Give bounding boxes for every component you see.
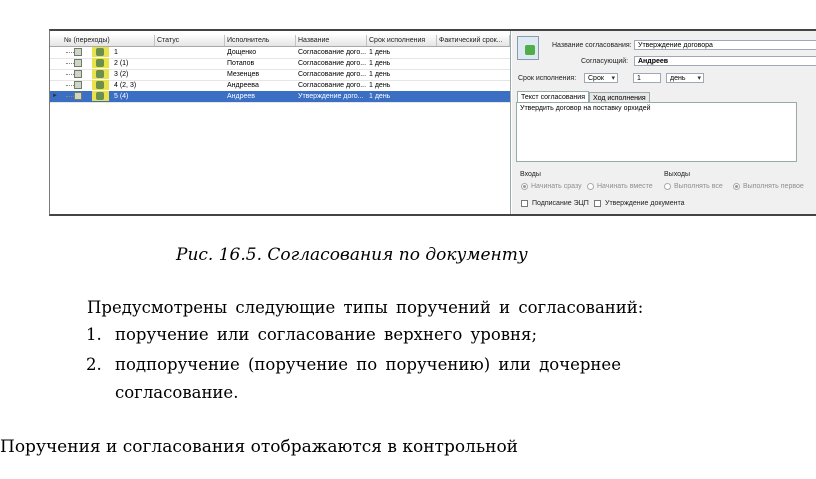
row-status (155, 91, 225, 102)
row-executor: Дощенко (227, 49, 257, 56)
user-icon (92, 80, 109, 90)
term-unit-select[interactable]: день (666, 73, 704, 83)
name-label: Название согласования: (552, 42, 632, 49)
digital-signature-label: Подписание ЭЦП (532, 200, 589, 207)
document-icon (74, 70, 82, 78)
approval-detail-pane: Название согласования: Утверждение догов… (512, 31, 816, 214)
row-actual (437, 80, 510, 91)
row-executor: Андреева (227, 82, 259, 89)
row-term: 1 день (369, 93, 391, 100)
row-number: 1 (114, 49, 118, 56)
row-name: Утверждение дого... (298, 93, 364, 100)
tree-line (66, 85, 74, 86)
complete-all-label: Выполнять все (674, 183, 723, 190)
row-term: 1 день (369, 49, 391, 56)
row-name: Согласование дого... (298, 49, 367, 56)
row-name: Согласование дого... (298, 71, 367, 78)
approver-field[interactable]: Андреев (634, 56, 816, 66)
tree-line (66, 74, 74, 75)
term-type-select[interactable]: Срок (584, 73, 618, 83)
row-executor: Потапов (227, 60, 255, 67)
approval-document-icon (517, 36, 539, 60)
document-approval-label: Утверждение документа (605, 200, 685, 207)
approval-name-field[interactable]: Утверждение договора (634, 40, 816, 50)
approver-label: Согласующий: (581, 58, 629, 65)
document-icon (74, 59, 82, 67)
figure-caption: Рис. 16.5. Согласования по документу (176, 245, 528, 265)
checkbox-digital-signature[interactable] (521, 200, 528, 207)
row-number: 5 (4) (114, 93, 129, 100)
list-item-continuation: согласование. (115, 383, 239, 402)
complete-first-label: Выполнять первое (743, 183, 804, 190)
radio-start-immediately[interactable] (521, 183, 528, 190)
checkbox-document-approval[interactable] (594, 200, 601, 207)
header-name[interactable]: Название (296, 35, 367, 46)
user-icon (92, 58, 109, 68)
row-status (155, 80, 225, 91)
list-number: 2. (86, 355, 102, 374)
list-number: 1. (86, 325, 102, 344)
row-number: 3 (2) (114, 71, 129, 78)
header-executor[interactable]: Исполнитель (225, 35, 296, 46)
user-icon (92, 47, 109, 57)
row-name: Согласование дого... (298, 82, 367, 89)
tree-line (66, 63, 74, 64)
row-executor: Андреев (227, 93, 256, 100)
term-count-stepper[interactable]: 1 (633, 73, 661, 83)
outputs-label: Выходы (664, 171, 690, 178)
row-number: 2 (1) (114, 60, 129, 67)
paragraph-intro: Предусмотрены следующие типы поручений и… (87, 298, 644, 317)
radio-start-together[interactable] (587, 183, 594, 190)
row-term: 1 день (369, 82, 391, 89)
row-status (155, 47, 225, 58)
row-actual (437, 58, 510, 69)
document-icon (74, 81, 82, 89)
header-status[interactable]: Статус (155, 35, 225, 46)
user-icon (92, 91, 109, 101)
list-item: подпоручение (поручение по поручению) ил… (115, 355, 621, 374)
row-status (155, 58, 225, 69)
tab-approval-text[interactable]: Текст согласования (517, 91, 589, 102)
paragraph-last: Поручения и согласования отображаются в … (0, 437, 519, 457)
row-term: 1 день (369, 71, 391, 78)
grid-header: № (переходы) Статус Исполнитель Название… (50, 35, 510, 47)
header-actual-term[interactable]: Фактический срок... (437, 35, 510, 46)
row-executor: Мезенцев (227, 71, 260, 78)
term-label: Срок исполнения: (518, 75, 577, 82)
list-item: поручение или согласование верхнего уров… (115, 325, 538, 344)
document-icon (74, 48, 82, 56)
row-selector-icon: ► (52, 93, 58, 99)
tree-line (66, 96, 74, 97)
row-actual (437, 47, 510, 58)
row-actual (437, 69, 510, 80)
approvals-grid: № (переходы) Статус Исполнитель Название… (50, 31, 511, 214)
row-number: 4 (2, 3) (114, 82, 137, 89)
tree-line (66, 52, 74, 53)
radio-complete-all[interactable] (664, 183, 671, 190)
row-actual (437, 91, 510, 102)
start-immediately-label: Начинать сразу (531, 183, 582, 190)
row-status (155, 69, 225, 80)
inputs-label: Входы (520, 171, 541, 178)
table-row-selected[interactable]: ► 5 (4) Андреев Утверждение дого... 1 де… (50, 91, 510, 103)
approval-text-area[interactable]: Утвердить договор на поставку орхидей (516, 102, 797, 162)
approvals-screenshot: № (переходы) Статус Исполнитель Название… (49, 29, 816, 216)
row-term: 1 день (369, 60, 391, 67)
header-term[interactable]: Срок исполнения (367, 35, 437, 46)
document-icon (74, 92, 82, 100)
row-name: Согласование дого... (298, 60, 367, 67)
header-number[interactable]: № (переходы) (50, 35, 155, 46)
start-together-label: Начинать вместе (597, 183, 653, 190)
radio-complete-first[interactable] (733, 183, 740, 190)
user-icon (92, 69, 109, 79)
